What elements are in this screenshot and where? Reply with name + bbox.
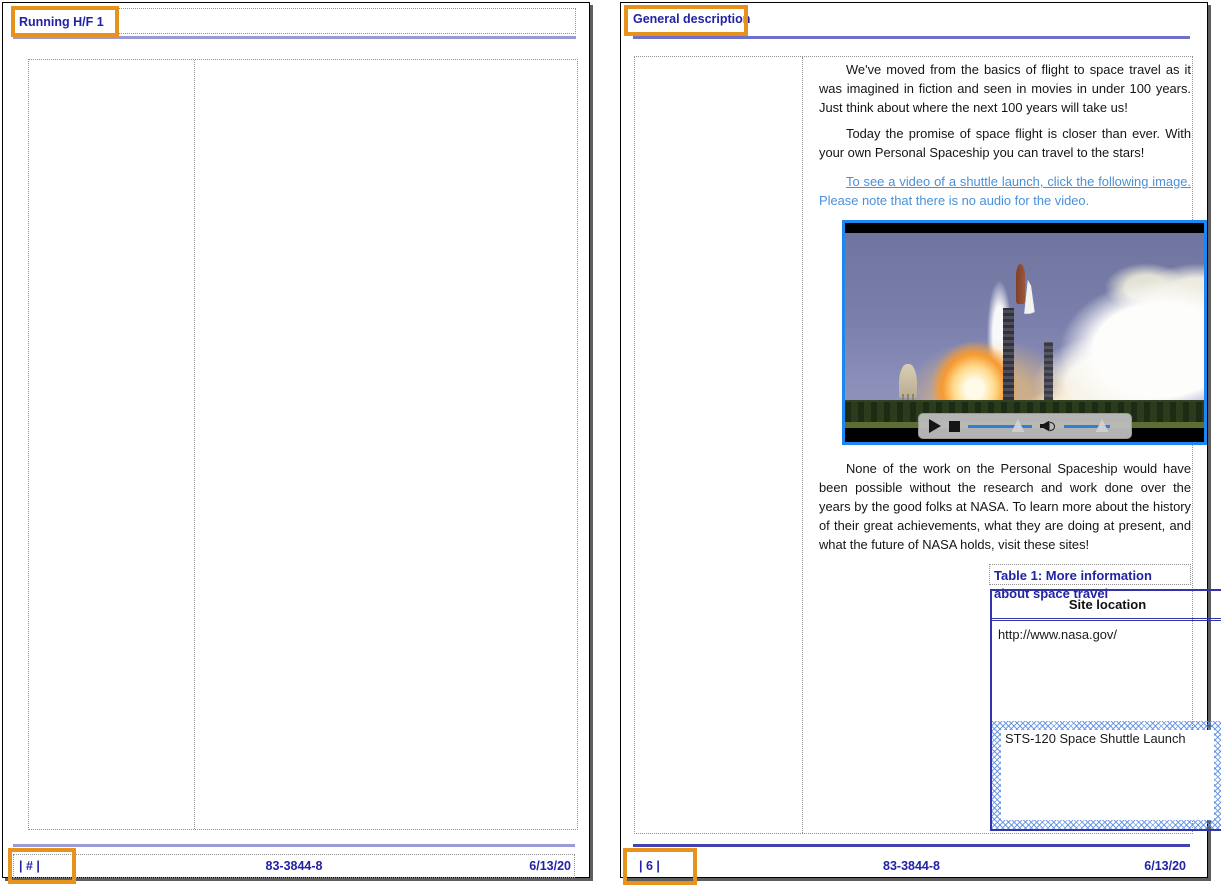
speaker-wave [1050, 422, 1055, 431]
footer-row: | # | 83-3844-8 6/13/20 [13, 855, 575, 877]
table-row-selected: STS-120 Space Shuttle Launch [992, 721, 1221, 829]
sidehead-column-divider [194, 60, 195, 829]
master-text-frame[interactable] [28, 59, 578, 830]
table-caption-frame: Table 1: More information about space tr… [989, 564, 1191, 585]
hyperlink-line1[interactable]: To see a video of a shuttle launch, clic… [846, 174, 1191, 189]
paragraph: None of the work on the Personal Spacesh… [819, 459, 1191, 554]
sidehead-column-divider [802, 57, 803, 833]
body-column: We've moved from the basics of flight to… [805, 57, 1193, 833]
header-rule [633, 36, 1190, 39]
video-control-bar[interactable] [918, 413, 1132, 439]
shuttle-launch-video[interactable] [842, 220, 1207, 445]
launch-tower [1044, 342, 1053, 400]
video-hyperlink-text[interactable]: To see a video of a shuttle launch, clic… [819, 172, 1191, 210]
stop-icon[interactable] [949, 421, 960, 432]
seek-slider[interactable] [968, 420, 1032, 432]
column-header-site-location: Site location [992, 591, 1221, 621]
header-highlight-box [624, 5, 748, 36]
document-number: 83-3844-8 [13, 859, 575, 873]
shuttle-external-tank [1016, 264, 1025, 304]
body-page: General description We've moved from the… [620, 2, 1208, 878]
body-text-frame[interactable]: We've moved from the basics of flight to… [634, 56, 1193, 834]
footer-date: 6/13/20 [1144, 859, 1186, 873]
footer-highlight-box [8, 848, 76, 884]
hyperlink-line2: Please note that there is no audio for t… [819, 193, 1089, 208]
footer-rule [13, 844, 575, 847]
table-header-row: Site location QR Code (Scan/go) [992, 591, 1221, 621]
selection-hatch: STS-120 Space Shuttle Launch [992, 721, 1221, 829]
footer-date: 6/13/20 [529, 859, 571, 873]
master-page: Running H/F 1 | # | 83-3844-8 6/13/20 [2, 2, 590, 878]
site-location-cell: STS-120 Space Shuttle Launch [1001, 730, 1214, 820]
table-row: http://www.nasa.gov/ [992, 621, 1221, 721]
play-icon[interactable] [929, 419, 941, 433]
shuttle-launch-photo [845, 233, 1204, 428]
launch-tower [1003, 308, 1014, 400]
water-tower [899, 364, 917, 398]
paragraph: We've moved from the basics of flight to… [819, 60, 1191, 117]
footer-highlight-box [623, 848, 697, 885]
footer-row: | 6 | 83-3844-8 6/13/20 [633, 855, 1190, 877]
header-highlight-box [11, 6, 119, 37]
site-location-cell: http://www.nasa.gov/ [992, 621, 1221, 648]
document-number: 83-3844-8 [633, 859, 1190, 873]
volume-slider[interactable] [1064, 420, 1110, 432]
speaker-cone [1040, 421, 1050, 432]
paragraph: Today the promise of space flight is clo… [819, 124, 1191, 162]
footer-rule [633, 844, 1190, 847]
speaker-icon[interactable] [1040, 420, 1056, 433]
info-table: Site location QR Code (Scan/go) http://w… [990, 589, 1221, 831]
